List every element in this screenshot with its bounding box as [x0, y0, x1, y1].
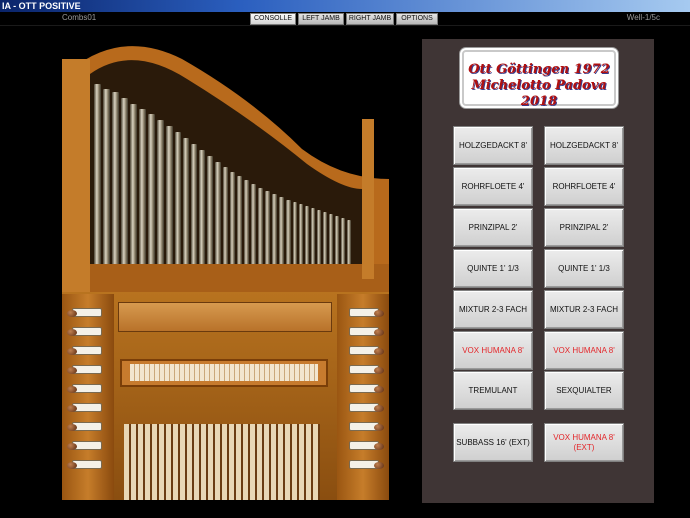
- stop-right-mixtur[interactable]: MIXTUR 2-3 FACH: [544, 290, 624, 329]
- stop-left-subbass-16-ext[interactable]: SUBBASS 16' (EXT): [453, 423, 533, 462]
- tab-left-jamb[interactable]: LEFT JAMB: [298, 13, 344, 25]
- stop-panel: Ott Göttingen 1972 Michelotto Padova 201…: [422, 39, 654, 503]
- stop-left-quinte[interactable]: QUINTE 1' 1/3: [453, 249, 533, 288]
- organ-keyboard: [120, 359, 328, 387]
- window-title: IA - OTT POSITIVE: [2, 1, 81, 11]
- stop-left-holzgedackt-8[interactable]: HOLZGEDACKT 8': [453, 126, 533, 165]
- organ-pedalboard: [124, 424, 320, 500]
- window-title-bar: IA - OTT POSITIVE: [0, 0, 690, 12]
- stop-left-vox-humana-8[interactable]: VOX HUMANA 8': [453, 331, 533, 370]
- stop-right-holzgedackt-8[interactable]: HOLZGEDACKT 8': [544, 126, 624, 165]
- stop-left-rohrfloete-4[interactable]: ROHRFLOETE 4': [453, 167, 533, 206]
- stop-right-sexquialter[interactable]: SEXQUIALTER: [544, 371, 624, 410]
- stop-right-quinte[interactable]: QUINTE 1' 1/3: [544, 249, 624, 288]
- right-stop-jamb: [337, 294, 389, 500]
- stop-left-mixtur[interactable]: MIXTUR 2-3 FACH: [453, 290, 533, 329]
- tab-options[interactable]: OPTIONS: [396, 13, 438, 25]
- toolbar: Combs01 CONSOLLE LEFT JAMB RIGHT JAMB OP…: [0, 12, 690, 26]
- stop-left-prinzipal-2[interactable]: PRINZIPAL 2': [453, 208, 533, 247]
- nameplate-line-1: Ott Göttingen 1972: [468, 62, 610, 77]
- stop-right-prinzipal-2[interactable]: PRINZIPAL 2': [544, 208, 624, 247]
- tab-right-jamb[interactable]: RIGHT JAMB: [346, 13, 394, 25]
- builder-nameplate: Ott Göttingen 1972 Michelotto Padova 201…: [462, 50, 616, 109]
- left-stop-jamb: [62, 294, 114, 500]
- stop-right-vox-humana-8-ext[interactable]: VOX HUMANA 8' (EXT): [544, 423, 624, 462]
- tab-consolle[interactable]: CONSOLLE: [250, 13, 296, 25]
- nameplate-line-2: Michelotto Padova 2018: [471, 78, 607, 109]
- stop-right-rohrfloete-4[interactable]: ROHRFLOETE 4': [544, 167, 624, 206]
- temperament-label: Well-1/5c: [626, 13, 660, 22]
- stop-right-vox-humana-8[interactable]: VOX HUMANA 8': [544, 331, 624, 370]
- stop-left-tremulant[interactable]: TREMULANT: [453, 371, 533, 410]
- music-desk: [118, 302, 332, 332]
- combination-label: Combs01: [62, 13, 97, 22]
- organ-image: [62, 39, 389, 500]
